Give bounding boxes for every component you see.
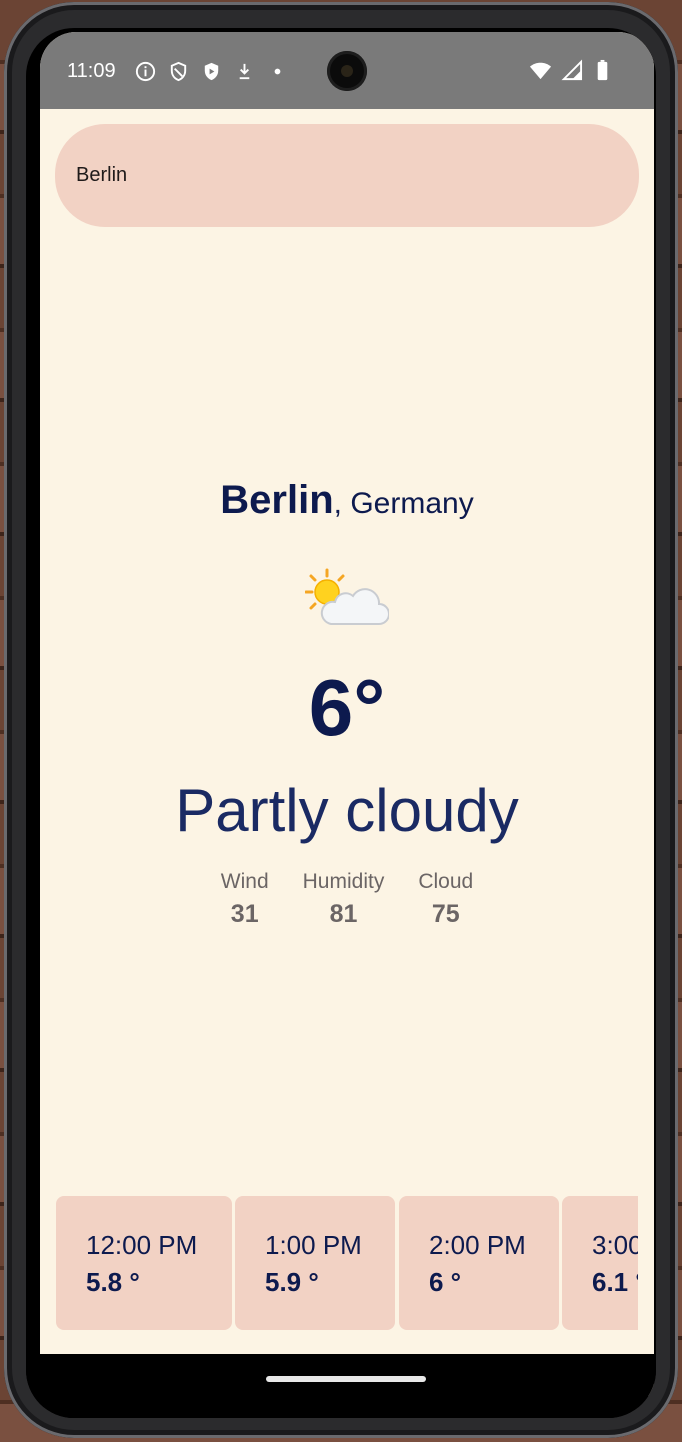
stat-cloud: Cloud 75 bbox=[418, 870, 473, 929]
forecast-card[interactable]: 3:00 PM 6.1 ° bbox=[562, 1196, 638, 1330]
dot-icon bbox=[274, 68, 281, 75]
download-icon bbox=[239, 63, 250, 80]
forecast-time: 1:00 PM bbox=[265, 1230, 362, 1260]
forecast-card[interactable]: 12:00 PM 5.8 ° bbox=[56, 1196, 232, 1330]
forecast-card[interactable]: 2:00 PM 6 ° bbox=[399, 1196, 559, 1330]
forecast-temp: 6.1 ° bbox=[592, 1267, 638, 1297]
play-shield-icon bbox=[204, 62, 219, 81]
forecast-temp: 6 ° bbox=[429, 1267, 462, 1297]
stat-value: 81 bbox=[329, 900, 358, 928]
forecast-temp: 5.9 ° bbox=[265, 1267, 319, 1297]
stat-label: Wind bbox=[220, 870, 269, 893]
phone-bezel: 11:09 Berlin Berlin, Germany 6° Partly c… bbox=[26, 28, 656, 1418]
stat-value: 31 bbox=[230, 900, 259, 928]
stat-humidity: Humidity 81 bbox=[303, 870, 385, 929]
forecast-card[interactable]: 1:00 PM 5.9 ° bbox=[235, 1196, 395, 1330]
hourly-forecast-list[interactable]: 12:00 PM 5.8 ° 1:00 PM 5.9 ° 2:00 PM 6 °… bbox=[56, 1196, 638, 1330]
home-gesture-handle[interactable] bbox=[266, 1376, 426, 1382]
navigation-bar bbox=[26, 1354, 656, 1418]
front-camera bbox=[327, 51, 367, 91]
forecast-temp: 5.8 ° bbox=[86, 1267, 140, 1297]
wifi-icon bbox=[529, 62, 552, 80]
forecast-time: 2:00 PM bbox=[429, 1230, 526, 1260]
forecast-time: 12:00 PM bbox=[86, 1230, 198, 1260]
city-name: Berlin bbox=[220, 478, 334, 522]
shield-icon bbox=[170, 61, 187, 82]
status-bar: 11:09 bbox=[40, 32, 654, 109]
signal-icon bbox=[561, 59, 583, 81]
stat-label: Humidity bbox=[302, 870, 385, 893]
weather-stats: Wind 31 Humidity 81 Cloud 75 bbox=[40, 870, 654, 929]
search-input[interactable]: Berlin bbox=[55, 124, 639, 227]
status-time: 11:09 bbox=[67, 60, 116, 82]
stat-value: 75 bbox=[431, 900, 460, 928]
battery-icon bbox=[597, 59, 608, 81]
weather-condition: Partly cloudy bbox=[175, 777, 519, 844]
country-name: , Germany bbox=[333, 487, 474, 520]
search-input-value: Berlin bbox=[76, 164, 128, 186]
forecast-time: 3:00 PM bbox=[592, 1230, 638, 1260]
phone-frame: 11:09 Berlin Berlin, Germany 6° Partly c… bbox=[4, 2, 678, 1438]
info-icon bbox=[135, 61, 156, 82]
partly-cloudy-icon bbox=[305, 568, 389, 625]
app-screen: 11:09 Berlin Berlin, Germany 6° Partly c… bbox=[40, 32, 654, 1396]
stat-label: Cloud bbox=[418, 870, 474, 893]
current-temperature: 6° bbox=[308, 663, 386, 752]
stat-wind: Wind 31 bbox=[221, 870, 269, 929]
location-heading: Berlin, Germany bbox=[40, 478, 654, 523]
